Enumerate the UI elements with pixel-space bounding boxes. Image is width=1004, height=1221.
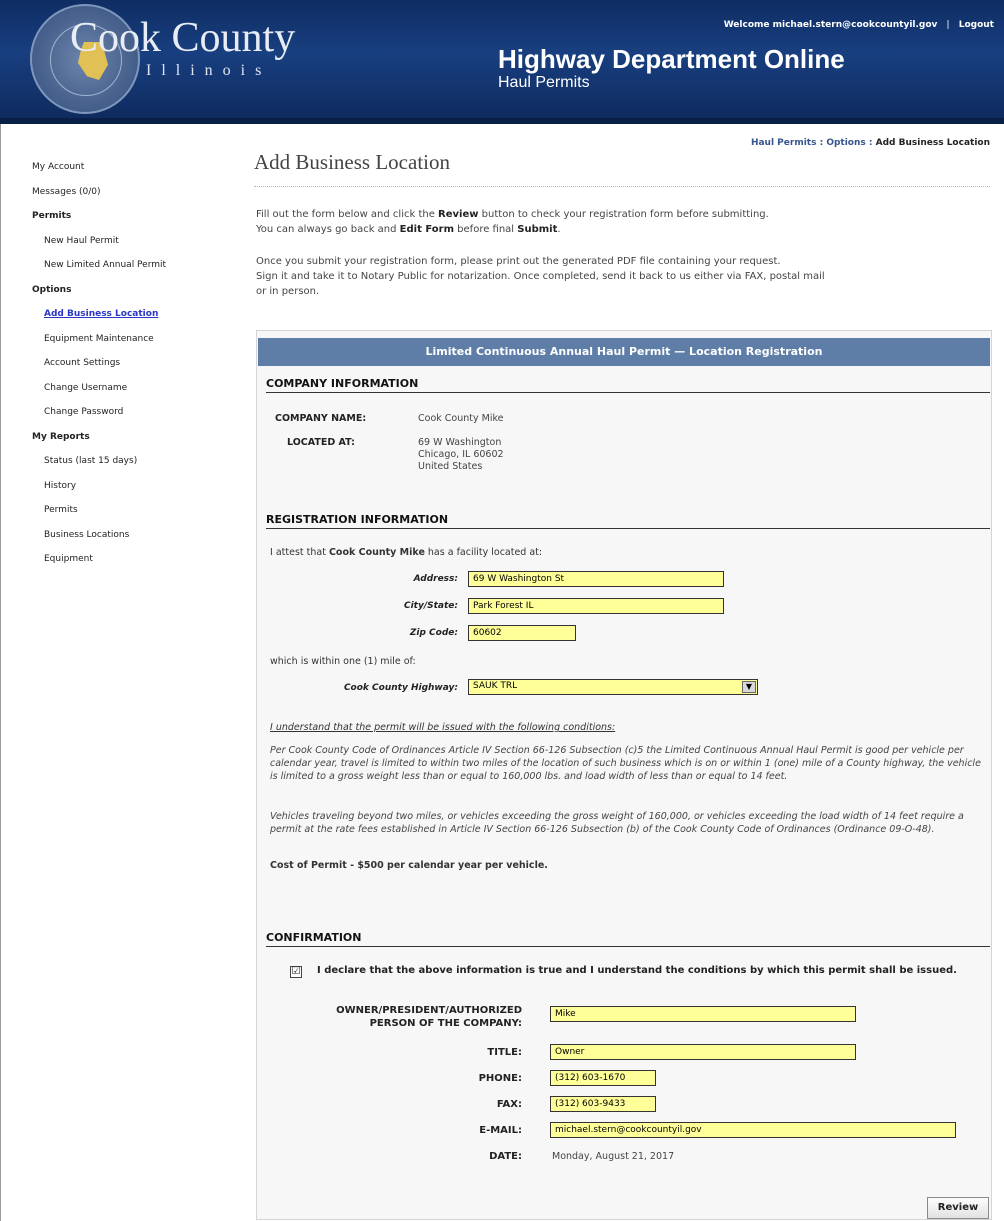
date-label: DATE: [489,1151,522,1162]
intro-line-3: Once you submit your registration form, … [256,256,781,267]
sidebar-item-messages-0-0[interactable]: Messages (0/0) [32,185,232,210]
site-title: Highway Department Online [498,44,845,74]
city-state-field[interactable] [468,598,724,614]
date-value: Monday, August 21, 2017 [552,1151,675,1162]
condition-paragraph-2: Vehicles traveling beyond two miles, or … [270,811,964,835]
intro-line-2: You can always go back and Edit Form bef… [256,222,986,237]
intro-line-4: Sign it and take it to Notary Public for… [256,271,825,282]
sidebar-item-business-locations[interactable]: Business Locations [32,528,232,553]
company-name-label: COMPANY NAME: [275,413,367,424]
zip-code-field[interactable] [468,625,576,641]
breadcrumb: Haul Permits : Options : Add Business Lo… [751,138,990,148]
intro-line-1: Fill out the form below and click the Re… [256,207,986,222]
sidebar-item-add-business-location[interactable]: Add Business Location [32,307,232,332]
welcome-text: Welcome michael.stern@cookcountyil.gov [723,20,938,30]
company-section-title: COMPANY INFORMATION [266,377,990,393]
within-mile-text: which is within one (1) mile of: [270,656,416,667]
form-header: Limited Continuous Annual Haul Permit — … [258,338,990,366]
registration-section-title: REGISTRATION INFORMATION [266,513,990,529]
owner-label-line-1: OWNER/PRESIDENT/AUTHORIZED [336,1005,522,1016]
intro-text: . [557,224,561,235]
intro-text: before final [454,224,518,235]
highway-label: Cook County Highway: [343,683,458,693]
logo-main-text: Cook County [70,15,296,61]
owner-field[interactable] [550,1006,856,1022]
sidebar-item-account-settings[interactable]: Account Settings [32,356,232,381]
address-line-2: Chicago, IL 60602 [418,449,504,460]
breadcrumb-options[interactable]: Options [826,138,865,148]
intro-bold: Review [438,209,479,220]
title-label: TITLE: [487,1047,522,1058]
address-line-1: 69 W Washington [418,437,502,448]
phone-field[interactable] [550,1070,656,1086]
sidebar-item-equipment-maintenance[interactable]: Equipment Maintenance [32,332,232,357]
intro-text: You can always go back and [256,224,400,235]
conditions-heading: I understand that the permit will be iss… [270,722,616,733]
sidebar-item-change-username[interactable]: Change Username [32,381,232,406]
logout-link[interactable]: Logout [959,20,994,30]
left-border [0,124,1,1221]
email-field[interactable] [550,1122,956,1138]
breadcrumb-separator: : [865,138,876,148]
attest-company: Cook County Mike [328,547,425,558]
declare-text: I declare that the above information is … [317,965,957,976]
breadcrumb-separator: : [816,138,827,148]
declare-checkbox[interactable]: ☑ [290,966,302,978]
logo-sub-text: Illinois [146,62,272,79]
sidebar-item-status-last-15-days[interactable]: Status (last 15 days) [32,454,232,479]
sidebar-heading-permits: Permits [32,211,72,221]
intro-text: Fill out the form below and click the [256,209,439,220]
sidebar-heading-options: Options [32,284,72,295]
cost-text: Cost of Permit - $500 per calendar year … [270,860,548,871]
located-at-label: LOCATED AT: [287,437,355,448]
address-field[interactable] [468,571,724,587]
user-bar-separator: | [946,20,950,30]
breadcrumb-current: Add Business Location [875,138,990,148]
user-bar: Welcome michael.stern@cookcountyil.gov |… [724,20,994,30]
header-divider [0,118,1004,124]
sidebar-item-new-limited-annual-permit[interactable]: New Limited Annual Permit [32,258,232,283]
title-divider [254,186,990,187]
intro-bold: Submit [517,224,558,235]
sidebar-item-new-haul-permit[interactable]: New Haul Permit [32,234,232,259]
confirmation-section-title: CONFIRMATION [266,931,990,947]
page-title: Add Business Location [254,150,450,174]
breadcrumb-haul-permits[interactable]: Haul Permits [751,138,817,148]
condition-paragraph-1: Per Cook County Code of Ordinances Artic… [270,745,981,782]
chevron-down-icon[interactable]: ▼ [742,681,756,693]
email-label: E-MAIL: [479,1125,522,1136]
site-subtitle: Haul Permits [498,74,590,91]
sidebar-item-change-password[interactable]: Change Password [32,405,232,430]
sidebar-heading-my-reports: My Reports [32,431,90,442]
fax-label: FAX: [496,1099,522,1110]
sidebar-item-permits[interactable]: Permits [32,503,232,528]
owner-label-line-2: PERSON OF THE COMPANY: [369,1018,522,1029]
address-line-3: United States [418,461,483,472]
intro-bold: Edit Form [399,224,454,235]
title-field[interactable] [550,1044,856,1060]
review-button[interactable]: Review [927,1197,989,1219]
sidebar-item-equipment[interactable]: Equipment [32,552,232,577]
company-name-value: Cook County Mike [418,413,504,424]
fax-field[interactable] [550,1096,656,1112]
intro-line-5: or in person. [256,286,320,297]
sidebar-item-history[interactable]: History [32,479,232,504]
phone-label: PHONE: [478,1073,522,1084]
highway-select-value: SAUK TRL [473,681,518,691]
zip-code-label: Zip Code: [409,628,458,638]
sidebar-nav: My Account Messages (0/0) Permits New Haul … [32,160,232,577]
highway-select[interactable]: SAUK TRL ▼ [468,679,758,695]
address-label: Address: [413,574,458,584]
sidebar-item-my-account[interactable]: My Account [32,160,232,185]
attest-text-c: has a facility located at: [424,547,543,558]
intro-text: button to check your registration form b… [478,209,769,220]
city-state-label: City/State: [403,601,458,611]
attest-text: I attest that Cook County Mike has a fac… [270,547,542,558]
attest-text-a: I attest that [270,547,329,558]
